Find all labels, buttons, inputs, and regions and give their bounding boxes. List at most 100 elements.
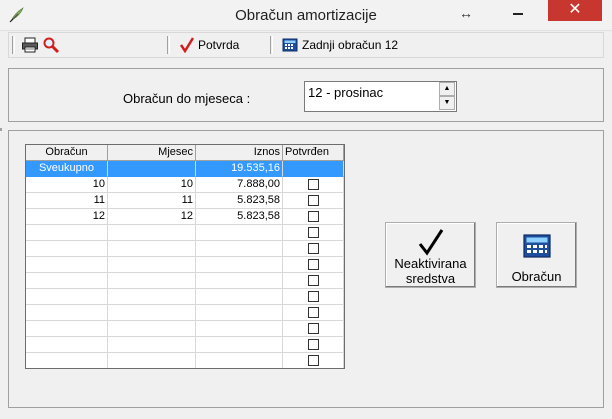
cell-mjesec[interactable]: [108, 273, 196, 289]
cell-obracun[interactable]: [26, 273, 108, 289]
title-bar[interactable]: Obračun amortizacije ↔ ✕: [0, 0, 612, 31]
minimize-button[interactable]: [504, 0, 532, 22]
cell-mjesec[interactable]: [108, 289, 196, 305]
cell-mjesec[interactable]: [108, 337, 196, 353]
cell-obracun[interactable]: [26, 241, 108, 257]
last-calculation-button[interactable]: Zadnji obračun 12: [282, 34, 398, 56]
spin-up-button[interactable]: ▲: [439, 82, 455, 96]
table-row[interactable]: [26, 241, 344, 257]
table-row[interactable]: [26, 225, 344, 241]
confirmed-checkbox[interactable]: [307, 291, 319, 302]
table-row[interactable]: 12 12 5.823,58: [26, 209, 344, 225]
table-row[interactable]: [26, 353, 344, 368]
toolbar-grip[interactable]: [167, 36, 170, 54]
cell-obracun[interactable]: [26, 257, 108, 273]
month-value[interactable]: 12 - prosinac: [308, 85, 383, 100]
table-row[interactable]: [26, 257, 344, 273]
divider: [0, 128, 2, 131]
confirmed-checkbox[interactable]: [307, 355, 319, 366]
cell-obracun[interactable]: 10: [26, 177, 108, 193]
month-spinner[interactable]: 12 - prosinac ▲ ▼: [304, 81, 457, 112]
amortization-grid[interactable]: Obračun Mjesec Iznos Potvrđen Sveukupno 1…: [25, 144, 345, 369]
table-row[interactable]: 11 11 5.823,58: [26, 193, 344, 209]
column-header-obracun[interactable]: Obračun: [26, 145, 108, 161]
table-row[interactable]: [26, 305, 344, 321]
cell-potvrden: [283, 273, 344, 289]
cell-iznos[interactable]: [196, 337, 283, 353]
confirmed-checkbox[interactable]: [307, 195, 319, 206]
resize-icon[interactable]: ↔: [459, 5, 473, 21]
column-header-potvrden[interactable]: Potvrđen: [283, 145, 344, 161]
confirmed-checkbox[interactable]: [307, 259, 319, 270]
cell-iznos[interactable]: 5.823,58: [196, 193, 283, 209]
month-panel: Obračun do mjeseca : 12 - prosinac ▲ ▼: [8, 68, 604, 122]
cell-iznos[interactable]: 7.888,00: [196, 177, 283, 193]
cell-mjesec[interactable]: [108, 257, 196, 273]
calculator-icon: [523, 234, 551, 258]
cell-potvrden: [283, 209, 344, 225]
neaktivirana-sredstva-button[interactable]: Neaktivirana sredstva: [385, 222, 476, 288]
magnifier-icon[interactable]: [42, 36, 60, 54]
cell-iznos[interactable]: [196, 289, 283, 305]
table-row[interactable]: 10 10 7.888,00: [26, 177, 344, 193]
cell-mjesec[interactable]: [108, 225, 196, 241]
printer-icon[interactable]: [21, 36, 39, 54]
confirmed-checkbox[interactable]: [307, 323, 319, 334]
cell-potvrden: [283, 305, 344, 321]
column-header-iznos[interactable]: Iznos: [196, 145, 283, 161]
table-row[interactable]: Sveukupno 19.535,16: [26, 161, 344, 177]
feather-icon[interactable]: [8, 6, 26, 24]
toolbar-grip[interactable]: [270, 36, 273, 54]
cell-obracun[interactable]: Sveukupno: [26, 161, 108, 177]
obracun-label: Obračun: [511, 269, 562, 284]
cell-obracun[interactable]: [26, 225, 108, 241]
cell-mjesec[interactable]: [108, 161, 196, 177]
cell-iznos[interactable]: [196, 273, 283, 289]
toolbar-grip[interactable]: [12, 36, 15, 54]
cell-iznos[interactable]: [196, 225, 283, 241]
last-calculation-label: Zadnji obračun 12: [302, 38, 399, 52]
neaktivirana-label: Neaktivirana sredstva: [394, 256, 467, 286]
confirmed-checkbox[interactable]: [307, 179, 319, 190]
obracun-button[interactable]: Obračun: [496, 222, 577, 288]
cell-mjesec[interactable]: 10: [108, 177, 196, 193]
cell-iznos[interactable]: 19.535,16: [196, 161, 283, 177]
cell-iznos[interactable]: [196, 305, 283, 321]
cell-mjesec[interactable]: [108, 353, 196, 368]
cell-iznos[interactable]: [196, 353, 283, 368]
column-header-mjesec[interactable]: Mjesec: [108, 145, 196, 161]
cell-obracun[interactable]: [26, 289, 108, 305]
cell-obracun[interactable]: [26, 337, 108, 353]
cell-obracun[interactable]: 12: [26, 209, 108, 225]
cell-potvrden: [283, 225, 344, 241]
confirmed-checkbox[interactable]: [307, 211, 319, 222]
table-row[interactable]: [26, 289, 344, 305]
cell-potvrden: [283, 177, 344, 193]
spin-down-button[interactable]: ▼: [439, 96, 455, 110]
cell-obracun[interactable]: [26, 321, 108, 337]
table-row[interactable]: [26, 321, 344, 337]
cell-iznos[interactable]: 5.823,58: [196, 209, 283, 225]
confirmed-checkbox[interactable]: [307, 275, 319, 286]
confirmed-checkbox[interactable]: [307, 307, 319, 318]
cell-potvrden: [283, 337, 344, 353]
cell-mjesec[interactable]: [108, 305, 196, 321]
potvrda-button[interactable]: Potvrda: [180, 34, 239, 56]
cell-obracun[interactable]: 11: [26, 193, 108, 209]
cell-mjesec[interactable]: 11: [108, 193, 196, 209]
table-row[interactable]: [26, 337, 344, 353]
confirmed-checkbox[interactable]: [307, 243, 319, 254]
table-row[interactable]: [26, 273, 344, 289]
cell-mjesec[interactable]: 12: [108, 209, 196, 225]
cell-mjesec[interactable]: [108, 321, 196, 337]
close-button[interactable]: ✕: [548, 0, 602, 21]
cell-mjesec[interactable]: [108, 241, 196, 257]
confirmed-checkbox[interactable]: [307, 339, 319, 350]
cell-obracun[interactable]: [26, 353, 108, 368]
cell-obracun[interactable]: [26, 305, 108, 321]
cell-iznos[interactable]: [196, 241, 283, 257]
cell-iznos[interactable]: [196, 321, 283, 337]
cell-potvrden: [283, 321, 344, 337]
confirmed-checkbox[interactable]: [307, 227, 319, 238]
cell-iznos[interactable]: [196, 257, 283, 273]
